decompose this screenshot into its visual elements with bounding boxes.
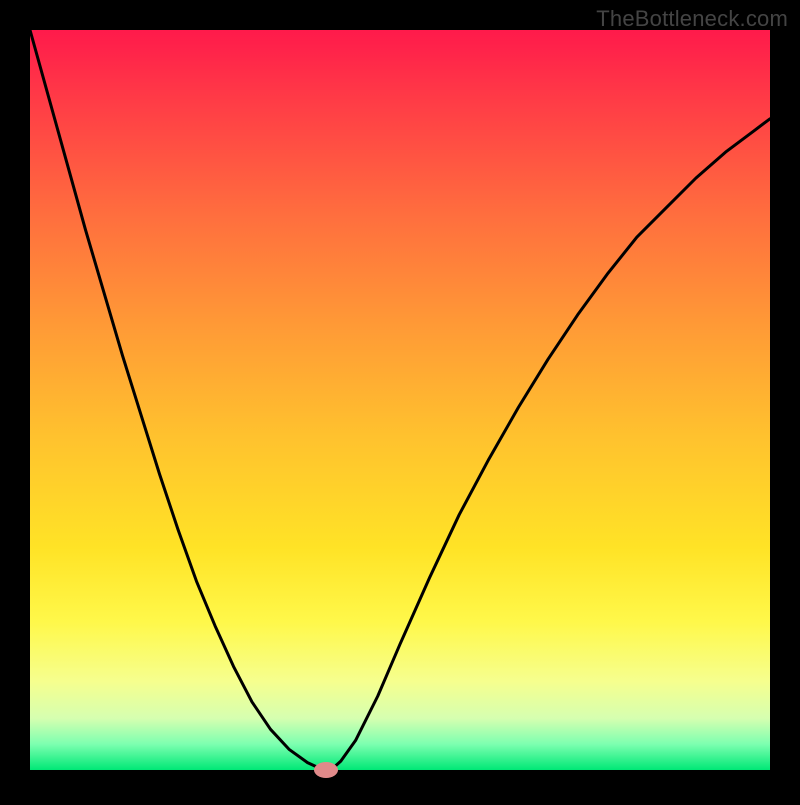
chart-svg [0, 0, 800, 800]
watermark-text: TheBottleneck.com [596, 6, 788, 32]
bottleneck-chart [0, 0, 800, 800]
chart-plot-area [30, 30, 770, 770]
optimum-marker [314, 762, 338, 778]
